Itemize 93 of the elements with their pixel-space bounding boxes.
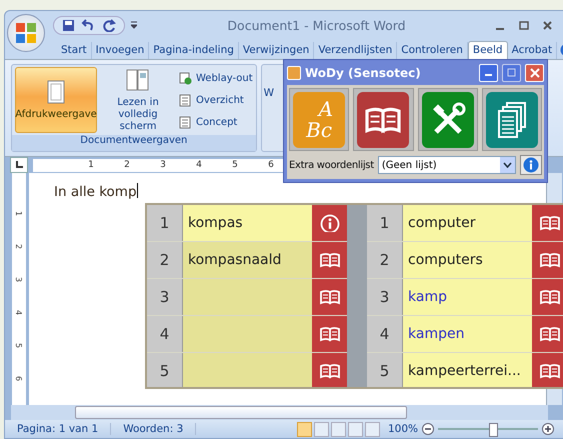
book-icon (538, 362, 560, 380)
dictionary-button[interactable] (357, 92, 410, 148)
document-text: In alle komp (54, 184, 137, 200)
maximize-icon (507, 68, 516, 77)
book-icon-button[interactable] (312, 279, 347, 315)
app-icon (287, 66, 301, 80)
maximize-icon[interactable] (519, 20, 529, 30)
page-icon (179, 94, 192, 106)
view-button[interactable]: Lezen in volledig scherm (101, 67, 175, 133)
ruler-number: 4 (195, 160, 203, 170)
view-button[interactable]: Concept (179, 116, 253, 128)
row-number: 4 (147, 316, 183, 352)
zoom-out-icon[interactable] (422, 423, 434, 435)
slider-thumb[interactable] (489, 423, 498, 437)
book-icon (125, 67, 151, 93)
row-number: 2 (367, 242, 403, 278)
globe-icon (179, 72, 192, 84)
list-dropdown[interactable]: (Geen lijst) (378, 156, 516, 174)
row-number: 2 (147, 242, 183, 278)
horizontal-scrollbar[interactable] (11, 405, 548, 420)
suggestion-item[interactable]: kompas (183, 205, 312, 241)
book-icon-button[interactable] (312, 316, 347, 352)
zoom-level: 100% (388, 423, 418, 435)
info-icon (318, 214, 340, 232)
book-icon-button[interactable] (532, 242, 563, 278)
book-icon (318, 325, 340, 343)
tab-stop-button[interactable] (10, 157, 28, 173)
book-icon (318, 288, 340, 306)
ruler-number: 2 (14, 244, 24, 250)
word-count: Woorden: 3 (111, 423, 196, 435)
close-button[interactable] (525, 64, 544, 82)
book-icon (538, 251, 560, 269)
minimize-button[interactable] (479, 64, 498, 82)
book-icon-button[interactable] (532, 353, 563, 387)
view-button[interactable]: Weblay-out (179, 72, 253, 84)
row-number: 1 (147, 205, 183, 241)
group-label: Documentweergaven (12, 135, 256, 151)
ruler-number: 6 (14, 376, 24, 382)
view-button[interactable]: Overzicht (179, 94, 253, 106)
text-cursor (136, 183, 138, 198)
suggestion-item[interactable]: kampeerterrei... (403, 353, 532, 387)
list-label: Extra woordenlijst (289, 160, 374, 170)
book-icon-button[interactable] (532, 205, 563, 241)
ruler-number: 3 (14, 276, 24, 282)
ruler-number: 2 (123, 160, 131, 170)
ruler-number: 5 (231, 160, 239, 170)
maximize-button[interactable] (502, 64, 521, 82)
tab-stop-icon (15, 161, 23, 169)
book-icon (538, 214, 560, 232)
book-icon (538, 325, 560, 343)
info-button[interactable] (520, 155, 542, 175)
book-icon-button[interactable] (312, 353, 347, 387)
ruler-number: 4 (14, 310, 24, 316)
suggestion-item[interactable]: kompasnaald (183, 242, 312, 278)
row-number: 3 (147, 279, 183, 315)
office-logo-icon (15, 22, 37, 44)
row-number: 3 (367, 279, 403, 315)
customize-icon[interactable] (131, 21, 137, 29)
view-button[interactable]: Afdrukweergave (15, 67, 97, 133)
documents-icon (496, 100, 528, 138)
ruler-number: 5 (14, 342, 24, 348)
book-icon-button[interactable] (532, 279, 563, 315)
info-icon-button[interactable] (312, 205, 347, 241)
close-icon[interactable] (543, 20, 552, 30)
suggestion-item[interactable]: kamp (403, 279, 532, 315)
ruler-number: 1 (14, 210, 24, 216)
ruler-number: 6 (267, 160, 275, 170)
suggestion-item[interactable]: computer (403, 205, 532, 241)
row-number: 5 (147, 353, 183, 387)
ruler-number: 3 (159, 160, 167, 170)
row-number: 5 (367, 353, 403, 387)
ribbon-tab[interactable]: Beeld (468, 41, 508, 59)
chevron-icon (503, 162, 512, 168)
close-icon (530, 68, 540, 78)
suggestion-item[interactable]: computers (403, 242, 532, 278)
documents-button[interactable] (486, 92, 538, 148)
suggestion-item[interactable]: kampen (403, 316, 532, 352)
page-count: Pagina: 1 van 1 (5, 423, 112, 435)
row-number: 1 (367, 205, 403, 241)
ruler-number: 1 (87, 160, 95, 170)
book-icon-button[interactable] (532, 316, 563, 352)
info-icon (523, 157, 539, 173)
book-icon (318, 362, 340, 380)
redo-icon[interactable] (103, 18, 116, 32)
page-icon (179, 116, 192, 128)
save-icon[interactable] (62, 18, 75, 32)
tools-button[interactable] (422, 92, 474, 148)
book-icon (318, 251, 340, 269)
row-number: 4 (367, 316, 403, 352)
book-icon-button[interactable] (312, 242, 347, 278)
window-title: Document1 - Microsoft Word (226, 18, 407, 32)
zoom-in-icon[interactable] (542, 423, 554, 435)
book-icon (538, 288, 560, 306)
